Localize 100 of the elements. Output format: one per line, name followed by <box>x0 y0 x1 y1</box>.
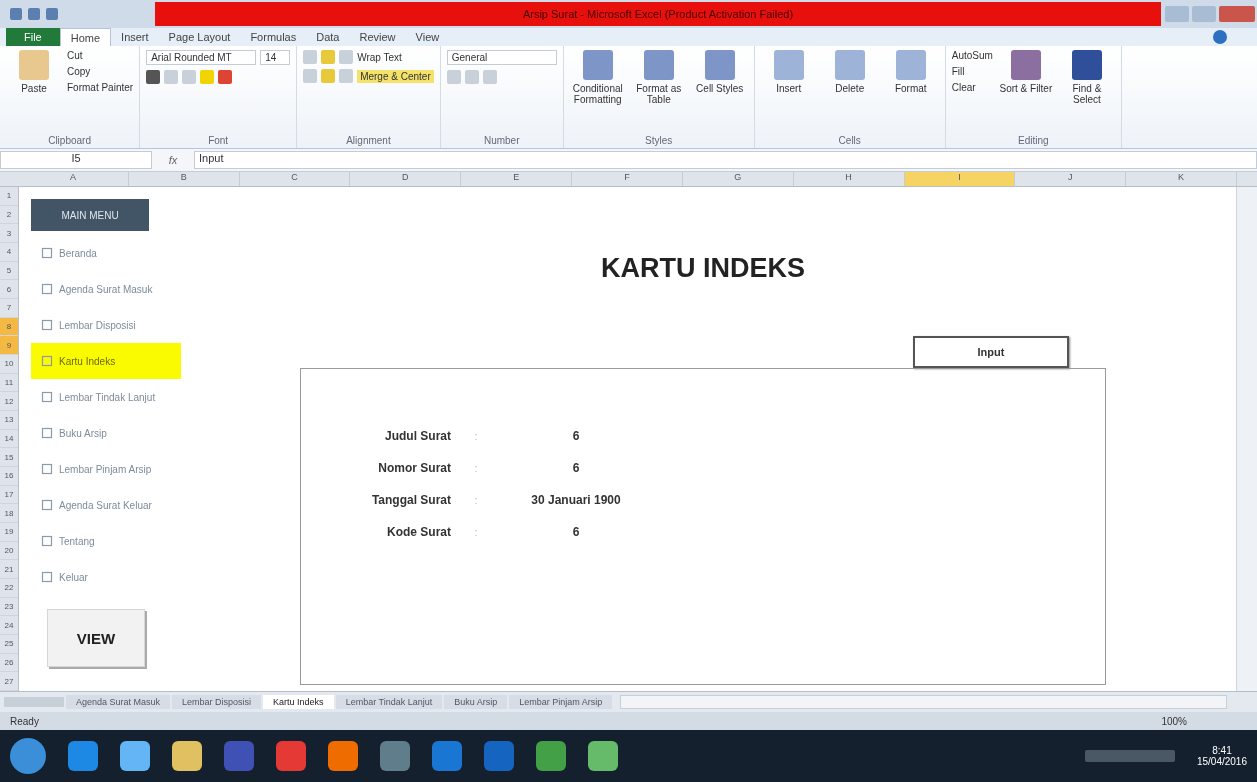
sheet-tab[interactable]: Agenda Surat Masuk <box>66 695 171 709</box>
ribbon-button[interactable]: Conditional Formatting <box>569 50 626 105</box>
row-header[interactable]: 1 <box>0 187 18 206</box>
menu-header: MAIN MENU <box>31 199 149 231</box>
document-icon <box>41 319 53 331</box>
row-header[interactable]: 6 <box>0 280 18 300</box>
wrap-text-button[interactable]: Wrap Text <box>357 51 402 63</box>
ribbon-button[interactable]: Format <box>882 50 939 94</box>
ribbon-tab[interactable]: Data <box>306 28 350 46</box>
file-tab[interactable]: File <box>6 28 60 46</box>
merge-center-button[interactable]: Merge & Center <box>357 69 434 83</box>
field-label: Kode Surat <box>386 525 451 539</box>
copy-button[interactable]: Copy <box>67 66 134 77</box>
row-header[interactable]: 21 <box>0 560 18 580</box>
sheet-tab[interactable]: Kartu Indeks <box>263 695 334 709</box>
ribbon-button[interactable]: Cell Styles <box>691 50 748 94</box>
ribbon-tab[interactable]: Home <box>59 28 112 46</box>
column-header[interactable]: E <box>461 172 573 186</box>
field-separator: : <box>473 462 479 474</box>
format-painter-button[interactable]: Format Painter <box>67 82 134 93</box>
row-header[interactable]: 26 <box>0 653 18 673</box>
row-header[interactable]: 2 <box>0 205 18 225</box>
row-header[interactable]: 10 <box>0 355 18 374</box>
sheet-tab[interactable]: Lembar Disposisi <box>172 695 262 709</box>
cut-button[interactable]: Cut <box>67 50 134 61</box>
clear-button[interactable]: Clear <box>951 82 993 93</box>
document-icon <box>41 463 53 475</box>
column-header[interactable]: G <box>682 172 794 186</box>
column-header[interactable]: C <box>239 172 351 186</box>
fx-label[interactable]: fx <box>158 154 188 166</box>
vertical-scrollbar[interactable] <box>1236 187 1257 691</box>
row-header[interactable]: 17 <box>0 485 18 505</box>
row-header[interactable]: 13 <box>0 411 18 430</box>
sheet-tab[interactable]: Lembar Pinjam Arsip <box>509 695 613 709</box>
close-button[interactable] <box>1219 6 1255 22</box>
ribbon-button[interactable]: Format as Table <box>630 50 687 105</box>
menu-item[interactable]: Lembar Tindak Lanjut <box>31 379 181 415</box>
ribbon-tab[interactable]: Page Layout <box>158 28 241 46</box>
menu-item[interactable]: Buku Arsip <box>31 415 181 451</box>
row-header[interactable]: 14 <box>0 429 18 449</box>
ribbon-tab[interactable]: View <box>405 28 450 46</box>
ribbon-button[interactable]: Insert <box>760 50 817 94</box>
field-label: Nomor Surat <box>377 461 451 475</box>
column-header[interactable]: B <box>128 172 240 186</box>
column-header[interactable]: A <box>18 172 129 186</box>
column-header[interactable]: I <box>904 172 1016 186</box>
row-header[interactable]: 9 <box>0 336 18 356</box>
menu-item[interactable]: Lembar Pinjam Arsip <box>31 451 181 487</box>
menu-item[interactable]: Beranda <box>31 235 181 271</box>
menu-item[interactable]: Agenda Surat Masuk <box>31 271 181 307</box>
autosum-button[interactable]: AutoSum <box>951 50 993 61</box>
ribbon-tab[interactable]: Formulas <box>240 28 307 46</box>
menu-item[interactable]: Keluar <box>31 559 181 595</box>
menu-item[interactable]: Kartu Indeks <box>31 343 181 379</box>
font-size-field[interactable]: 14 <box>260 50 291 65</box>
row-header[interactable]: 16 <box>0 467 18 486</box>
row-header[interactable]: 3 <box>0 224 18 243</box>
sheet-tab[interactable]: Lembar Tindak Lanjut <box>335 695 443 709</box>
column-header[interactable]: H <box>793 172 905 186</box>
view-button[interactable]: VIEW <box>47 609 145 667</box>
sort-filter-button[interactable]: Sort & Filter <box>997 50 1054 94</box>
row-header[interactable]: 18 <box>0 504 18 524</box>
group-label: Cells <box>837 135 862 148</box>
document-icon <box>41 355 53 367</box>
row-header[interactable]: 20 <box>0 541 18 561</box>
row-header[interactable]: 4 <box>0 243 18 262</box>
document-icon <box>41 391 53 403</box>
menu-item[interactable]: Lembar Disposisi <box>31 307 181 343</box>
column-header[interactable]: J <box>1015 172 1127 186</box>
menu-item[interactable]: Tentang <box>31 523 181 559</box>
row-header[interactable]: 12 <box>0 392 18 412</box>
fill-button[interactable]: Fill <box>951 66 993 77</box>
row-header[interactable]: 5 <box>0 261 18 281</box>
row-header[interactable]: 23 <box>0 597 18 617</box>
menu-item[interactable]: Agenda Surat Keluar <box>31 487 181 523</box>
formula-field[interactable]: Input <box>194 151 1257 169</box>
row-header[interactable]: 7 <box>0 299 18 318</box>
input-button[interactable]: Input <box>913 336 1069 368</box>
number-format-field[interactable]: General <box>446 50 557 65</box>
ribbon-tab[interactable]: Review <box>349 28 406 46</box>
row-header[interactable]: 22 <box>0 579 18 598</box>
row-header[interactable]: 19 <box>0 523 18 542</box>
document-icon <box>41 247 53 259</box>
name-box[interactable]: I5 <box>0 151 152 169</box>
row-header[interactable]: 25 <box>0 635 18 654</box>
row-header[interactable]: 11 <box>0 373 18 393</box>
horizontal-scrollbar[interactable] <box>620 695 1227 709</box>
column-header[interactable]: K <box>1126 172 1237 186</box>
row-header[interactable]: 24 <box>0 616 18 636</box>
start-button[interactable] <box>10 738 46 774</box>
find-select-button[interactable]: Find & Select <box>1058 50 1115 105</box>
column-header[interactable]: F <box>572 172 683 186</box>
ribbon-tab[interactable]: Insert <box>111 28 159 46</box>
ribbon-button[interactable]: Delete <box>821 50 878 94</box>
column-header[interactable]: D <box>350 172 462 186</box>
field-label: Tanggal Surat <box>370 493 451 507</box>
sheet-tab[interactable]: Buku Arsip <box>444 695 508 709</box>
paste-button[interactable]: Paste <box>6 50 62 94</box>
row-header[interactable]: 15 <box>0 448 18 468</box>
font-name-field[interactable]: Arial Rounded MT <box>146 50 257 65</box>
